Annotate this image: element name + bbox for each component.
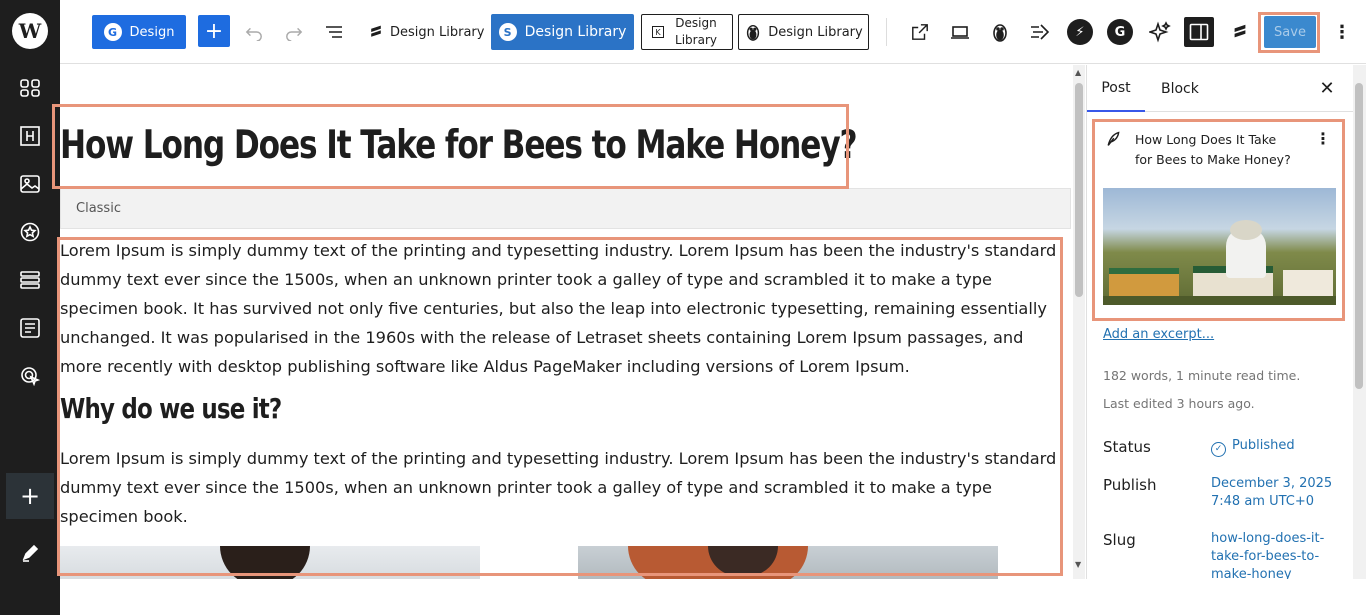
image-block-icon[interactable] [18,172,42,196]
design-button[interactable]: G Design [92,15,186,49]
design-g-icon: G [103,23,122,41]
undo-icon[interactable] [242,20,266,44]
paragraph-block[interactable]: Lorem Ipsum is simply dummy text of the … [60,444,1060,531]
scroll-down-arrow-icon[interactable]: ▼ [1075,560,1081,569]
design-library-label-1: Design Library [390,24,485,40]
sidebar-tabs: Post Block ✕ [1087,65,1355,112]
edit-pencil-icon[interactable] [18,541,42,565]
stackable-icon [371,25,381,37]
featured-image[interactable] [1103,188,1336,305]
stackable-icon[interactable] [1227,19,1253,45]
image-figure [1230,220,1262,240]
form-icon[interactable] [18,316,42,340]
image-figure [1109,268,1179,274]
scrollbar-thumb[interactable] [1075,83,1083,297]
slug-value-button[interactable]: how-long-does-it-take-for-bees-to-make-h… [1211,530,1326,579]
feather-icon [1105,131,1121,151]
classic-block[interactable]: Classic [60,188,1071,229]
preview-device-icon[interactable] [948,20,972,44]
spectra-icon: S [498,23,517,41]
design-library-label-3: Design Library [675,16,717,47]
cursor-click-icon[interactable] [18,364,42,388]
block-inserter-button[interactable]: + [198,15,230,47]
editor-footer [60,579,1366,615]
add-excerpt-link[interactable]: Add an excerpt... [1103,327,1214,342]
list-view-icon[interactable] [322,20,346,44]
heading-block-icon[interactable] [18,124,42,148]
penguin-icon [747,24,760,41]
status-label: Status [1103,438,1151,456]
gallery-image-woman[interactable] [60,546,480,579]
post-actions-kebab-icon[interactable]: ⋮ [1315,129,1331,148]
redo-icon[interactable] [282,20,306,44]
settings-sidebar: Post Block ✕ How Long Does It Take for B… [1086,65,1366,579]
options-menu-icon[interactable]: ⋮ [1330,20,1354,44]
speed-lines-icon[interactable] [1027,19,1053,45]
settings-sidebar-toggle-icon[interactable] [1184,17,1214,47]
paragraph-block[interactable]: Lorem Ipsum is simply dummy text of the … [60,236,1060,381]
design-library-label-2: Design Library [524,24,627,40]
design-library-label-4: Design Library [768,24,863,40]
patterns-icon[interactable] [18,76,42,100]
left-rail: W + [0,0,60,615]
design-button-label: Design [129,24,175,40]
generateblocks-icon[interactable]: G [1107,19,1133,45]
save-button[interactable]: Save [1264,16,1316,48]
heading-block[interactable]: Why do we use it? [60,392,282,425]
design-library-button-2[interactable]: S Design Library [491,14,634,50]
tab-block[interactable]: Block [1161,65,1199,112]
stack-icon[interactable] [18,268,42,292]
close-icon[interactable]: ✕ [1316,77,1338,99]
toolbar-divider [886,18,887,46]
publish-date-button[interactable]: December 3, 2025 7:48 am UTC+0 [1211,475,1341,511]
classic-block-label: Classic [76,201,121,216]
image-figure [1103,296,1336,305]
publish-label: Publish [1103,476,1157,494]
image-figure [220,546,310,579]
penguin-icon[interactable] [987,19,1013,45]
sidebar-scrollbar[interactable] [1353,65,1366,579]
view-post-icon[interactable] [908,20,932,44]
slug-label: Slug [1103,531,1136,549]
tab-post[interactable]: Post [1087,65,1145,112]
word-count: 182 words, 1 minute read time. [1103,368,1301,383]
gallery-image-honey-jar[interactable] [578,546,998,579]
post-card-title: How Long Does It Take for Bees to Make H… [1135,132,1291,167]
post-title[interactable]: How Long Does It Take for Bees to Make H… [60,123,858,168]
editor-toolbar: G Design + Design Library S Design Libra… [60,0,1366,64]
scrollbar-thumb[interactable] [1355,83,1363,389]
add-block-button[interactable]: + [6,473,54,519]
scroll-up-arrow-icon[interactable]: ▲ [1075,68,1081,77]
status-value-button[interactable]: ✓ Published [1211,437,1341,457]
bolt-icon[interactable]: ⚡ [1067,19,1093,45]
kadence-icon: K [652,26,664,38]
published-check-icon: ✓ [1211,442,1226,457]
last-edited: Last edited 3 hours ago. [1103,396,1255,411]
wordpress-logo-icon[interactable]: W [12,13,48,49]
design-library-button-1[interactable]: Design Library [362,15,490,49]
editor-canvas: How Long Does It Take for Bees to Make H… [60,65,1072,579]
star-badge-icon[interactable] [18,220,42,244]
design-library-button-4[interactable]: Design Library [738,14,869,50]
canvas-scrollbar[interactable]: ▲ ▼ [1073,65,1085,579]
ai-sparkle-icon[interactable] [1147,19,1173,45]
status-value: Published [1232,438,1295,453]
design-library-button-3[interactable]: K Design Library [641,14,733,50]
